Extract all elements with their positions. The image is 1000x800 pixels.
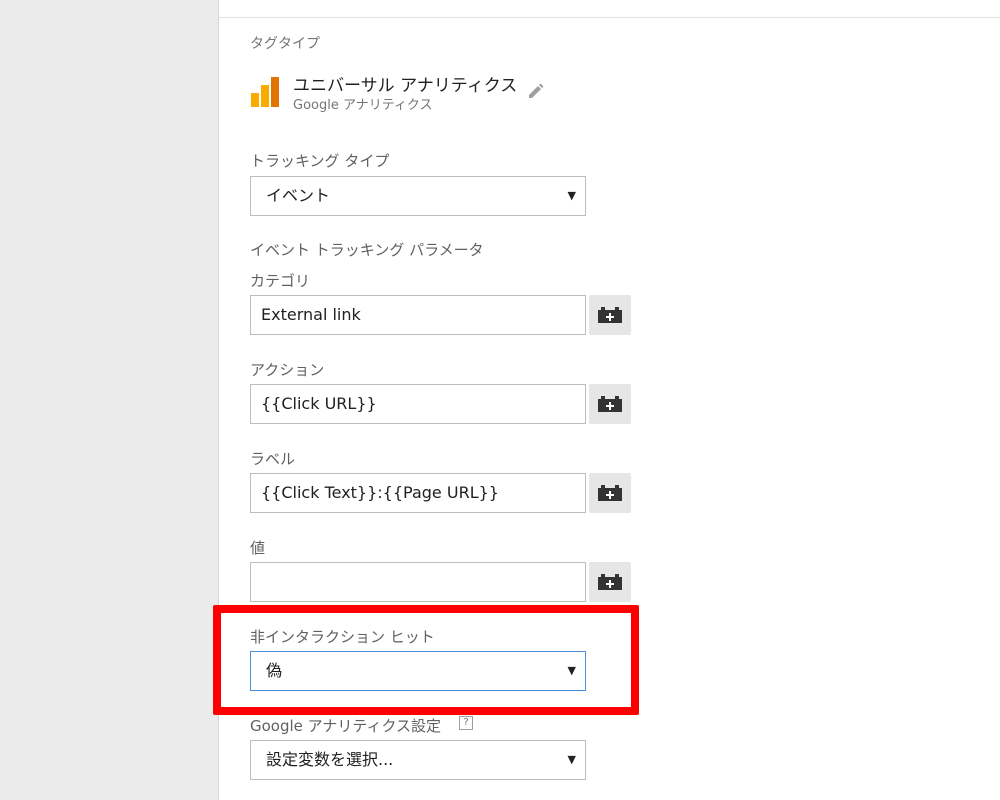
- variable-brick-icon: [598, 574, 622, 590]
- variable-brick-icon: [598, 307, 622, 323]
- caret-down-icon: ▼: [567, 189, 576, 202]
- variable-brick-icon: [598, 485, 622, 501]
- divider: [219, 17, 1000, 18]
- event-label-variable-button[interactable]: [589, 473, 631, 513]
- event-params-section-label: イベント トラッキング パラメータ: [250, 241, 484, 259]
- ga-settings-label: Google アナリティクス設定: [250, 717, 442, 735]
- tracking-type-label: トラッキング タイプ: [250, 152, 390, 170]
- action-label: アクション: [250, 361, 325, 379]
- value-input[interactable]: [250, 562, 586, 602]
- tag-type-provider: Google アナリティクス: [293, 98, 433, 113]
- category-variable-button[interactable]: [589, 295, 631, 335]
- category-input[interactable]: External link: [250, 295, 586, 335]
- highlight-box: [213, 605, 639, 715]
- variable-brick-icon: [598, 396, 622, 412]
- tracking-type-select[interactable]: イベント ▼: [250, 176, 586, 216]
- event-label-input[interactable]: {{Click Text}}:{{Page URL}}: [250, 473, 586, 513]
- ga-settings-selected-value: 設定変数を選択...: [266, 750, 394, 769]
- value-label: 値: [250, 539, 266, 557]
- value-variable-button[interactable]: [589, 562, 631, 602]
- event-label-label: ラベル: [250, 450, 296, 468]
- help-icon[interactable]: ?: [459, 716, 473, 730]
- caret-down-icon: ▼: [567, 753, 576, 766]
- tag-type-section-label: タグタイプ: [250, 36, 320, 52]
- tag-type-name: ユニバーサル アナリティクス: [293, 76, 518, 96]
- action-input[interactable]: {{Click URL}}: [250, 384, 586, 424]
- ga-settings-select[interactable]: 設定変数を選択... ▼: [250, 740, 586, 780]
- category-label: カテゴリ: [250, 272, 311, 290]
- action-variable-button[interactable]: [589, 384, 631, 424]
- pencil-icon[interactable]: [527, 83, 544, 104]
- tracking-type-selected-value: イベント: [266, 186, 331, 205]
- google-analytics-logo-icon: [251, 77, 279, 111]
